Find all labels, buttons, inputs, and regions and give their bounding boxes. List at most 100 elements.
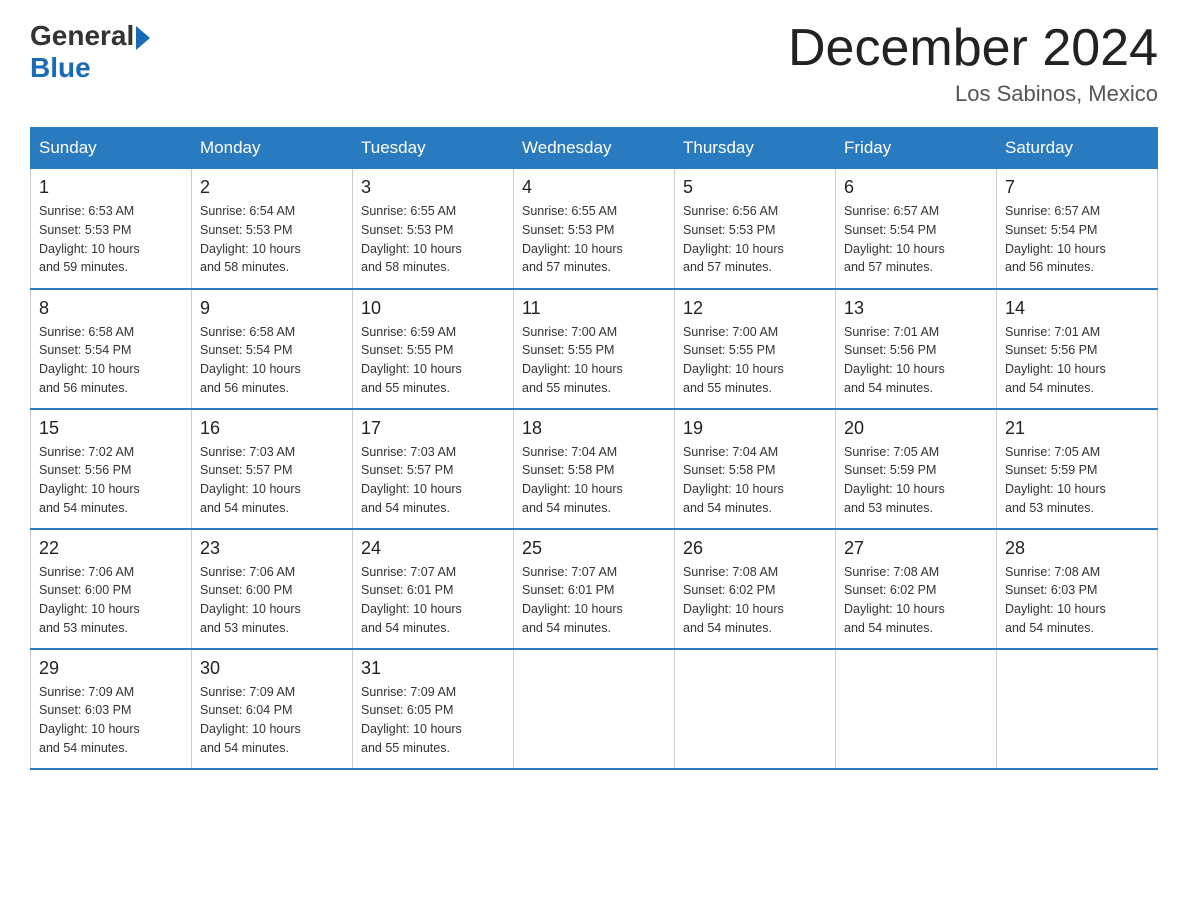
day-number: 12 [683,298,827,319]
calendar-cell: 27Sunrise: 7:08 AMSunset: 6:02 PMDayligh… [836,529,997,649]
day-number: 27 [844,538,988,559]
calendar-cell: 10Sunrise: 6:59 AMSunset: 5:55 PMDayligh… [353,289,514,409]
day-number: 30 [200,658,344,679]
day-number: 14 [1005,298,1149,319]
calendar-cell: 13 Sunrise: 7:01 AMSunset: 5:56 PMDayligh… [836,289,997,409]
day-number: 19 [683,418,827,439]
calendar-cell: 18Sunrise: 7:04 AMSunset: 5:58 PMDayligh… [514,409,675,529]
calendar-cell [997,649,1158,769]
day-number: 22 [39,538,183,559]
logo-general-text: General [30,20,134,52]
day-info: Sunrise: 7:00 AMSunset: 5:55 PMDaylight:… [522,323,666,398]
day-number: 17 [361,418,505,439]
logo-arrow-icon [136,26,150,50]
day-number: 7 [1005,177,1149,198]
logo: General Blue [30,20,150,84]
week-row-1: 1 Sunrise: 6:53 AMSunset: 5:53 PMDaylight… [31,169,1158,289]
day-number: 29 [39,658,183,679]
calendar-cell: 4Sunrise: 6:55 AMSunset: 5:53 PMDaylight… [514,169,675,289]
calendar-cell: 20 Sunrise: 7:05 AMSunset: 5:59 PMDayligh… [836,409,997,529]
week-row-5: 29 Sunrise: 7:09 AMSunset: 6:03 PMDayligh… [31,649,1158,769]
day-info: Sunrise: 7:09 AMSunset: 6:04 PMDaylight:… [200,683,344,758]
day-number: 5 [683,177,827,198]
calendar-cell: 6 Sunrise: 6:57 AMSunset: 5:54 PMDaylight… [836,169,997,289]
calendar-cell: 12 Sunrise: 7:00 AMSunset: 5:55 PMDayligh… [675,289,836,409]
calendar-cell: 28 Sunrise: 7:08 AMSunset: 6:03 PMDayligh… [997,529,1158,649]
calendar-cell: 9 Sunrise: 6:58 AMSunset: 5:54 PMDaylight… [192,289,353,409]
header-wednesday: Wednesday [514,128,675,169]
month-title: December 2024 [788,20,1158,77]
day-info: Sunrise: 7:08 AMSunset: 6:02 PMDaylight:… [683,563,827,638]
calendar-cell [675,649,836,769]
calendar-cell: 22 Sunrise: 7:06 AMSunset: 6:00 PMDayligh… [31,529,192,649]
day-info: Sunrise: 7:08 AMSunset: 6:03 PMDaylight:… [1005,563,1149,638]
day-info: Sunrise: 7:01 AMSunset: 5:56 PMDaylight:… [1005,323,1149,398]
day-number: 16 [200,418,344,439]
week-row-4: 22 Sunrise: 7:06 AMSunset: 6:00 PMDayligh… [31,529,1158,649]
day-number: 18 [522,418,666,439]
calendar-cell: 11 Sunrise: 7:00 AMSunset: 5:55 PMDayligh… [514,289,675,409]
day-number: 25 [522,538,666,559]
calendar-cell: 15 Sunrise: 7:02 AMSunset: 5:56 PMDayligh… [31,409,192,529]
day-info: Sunrise: 7:02 AMSunset: 5:56 PMDaylight:… [39,443,183,518]
day-info: Sunrise: 7:06 AMSunset: 6:00 PMDaylight:… [200,563,344,638]
header-friday: Friday [836,128,997,169]
calendar-table: SundayMondayTuesdayWednesdayThursdayFrid… [30,127,1158,770]
day-info: Sunrise: 6:58 AMSunset: 5:54 PMDaylight:… [200,323,344,398]
day-number: 8 [39,298,183,319]
location-text: Los Sabinos, Mexico [788,81,1158,107]
header-sunday: Sunday [31,128,192,169]
week-row-2: 8 Sunrise: 6:58 AMSunset: 5:54 PMDaylight… [31,289,1158,409]
day-number: 28 [1005,538,1149,559]
day-number: 2 [200,177,344,198]
day-number: 9 [200,298,344,319]
header-monday: Monday [192,128,353,169]
calendar-cell: 16Sunrise: 7:03 AMSunset: 5:57 PMDayligh… [192,409,353,529]
day-number: 15 [39,418,183,439]
day-number: 13 [844,298,988,319]
calendar-cell: 30 Sunrise: 7:09 AMSunset: 6:04 PMDayligh… [192,649,353,769]
day-number: 20 [844,418,988,439]
day-number: 26 [683,538,827,559]
calendar-cell: 17 Sunrise: 7:03 AMSunset: 5:57 PMDayligh… [353,409,514,529]
day-info: Sunrise: 7:05 AMSunset: 5:59 PMDaylight:… [844,443,988,518]
day-number: 24 [361,538,505,559]
day-info: Sunrise: 7:09 AMSunset: 6:05 PMDaylight:… [361,683,505,758]
day-number: 3 [361,177,505,198]
calendar-cell: 23Sunrise: 7:06 AMSunset: 6:00 PMDayligh… [192,529,353,649]
calendar-cell: 14 Sunrise: 7:01 AMSunset: 5:56 PMDayligh… [997,289,1158,409]
day-number: 11 [522,298,666,319]
day-info: Sunrise: 6:57 AMSunset: 5:54 PMDaylight:… [844,202,988,277]
header-tuesday: Tuesday [353,128,514,169]
header-thursday: Thursday [675,128,836,169]
calendar-cell: 25Sunrise: 7:07 AMSunset: 6:01 PMDayligh… [514,529,675,649]
day-info: Sunrise: 6:54 AMSunset: 5:53 PMDaylight:… [200,202,344,277]
day-number: 6 [844,177,988,198]
calendar-cell: 2 Sunrise: 6:54 AMSunset: 5:53 PMDaylight… [192,169,353,289]
calendar-cell: 19 Sunrise: 7:04 AMSunset: 5:58 PMDayligh… [675,409,836,529]
logo-blue-text: Blue [30,52,150,84]
day-info: Sunrise: 6:58 AMSunset: 5:54 PMDaylight:… [39,323,183,398]
day-info: Sunrise: 6:55 AMSunset: 5:53 PMDaylight:… [361,202,505,277]
calendar-cell: 31Sunrise: 7:09 AMSunset: 6:05 PMDayligh… [353,649,514,769]
calendar-cell: 29 Sunrise: 7:09 AMSunset: 6:03 PMDayligh… [31,649,192,769]
header-row: SundayMondayTuesdayWednesdayThursdayFrid… [31,128,1158,169]
week-row-3: 15 Sunrise: 7:02 AMSunset: 5:56 PMDayligh… [31,409,1158,529]
calendar-header: SundayMondayTuesdayWednesdayThursdayFrid… [31,128,1158,169]
calendar-cell: 21Sunrise: 7:05 AMSunset: 5:59 PMDayligh… [997,409,1158,529]
day-info: Sunrise: 7:06 AMSunset: 6:00 PMDaylight:… [39,563,183,638]
day-info: Sunrise: 6:59 AMSunset: 5:55 PMDaylight:… [361,323,505,398]
day-info: Sunrise: 7:04 AMSunset: 5:58 PMDaylight:… [683,443,827,518]
calendar-cell: 26 Sunrise: 7:08 AMSunset: 6:02 PMDayligh… [675,529,836,649]
page-header: General Blue December 2024 Los Sabinos, … [30,20,1158,107]
day-info: Sunrise: 7:09 AMSunset: 6:03 PMDaylight:… [39,683,183,758]
day-info: Sunrise: 6:57 AMSunset: 5:54 PMDaylight:… [1005,202,1149,277]
day-number: 21 [1005,418,1149,439]
day-info: Sunrise: 7:07 AMSunset: 6:01 PMDaylight:… [361,563,505,638]
day-info: Sunrise: 7:01 AMSunset: 5:56 PMDaylight:… [844,323,988,398]
day-number: 1 [39,177,183,198]
day-info: Sunrise: 6:53 AMSunset: 5:53 PMDaylight:… [39,202,183,277]
day-info: Sunrise: 6:56 AMSunset: 5:53 PMDaylight:… [683,202,827,277]
day-info: Sunrise: 7:03 AMSunset: 5:57 PMDaylight:… [361,443,505,518]
day-info: Sunrise: 7:00 AMSunset: 5:55 PMDaylight:… [683,323,827,398]
